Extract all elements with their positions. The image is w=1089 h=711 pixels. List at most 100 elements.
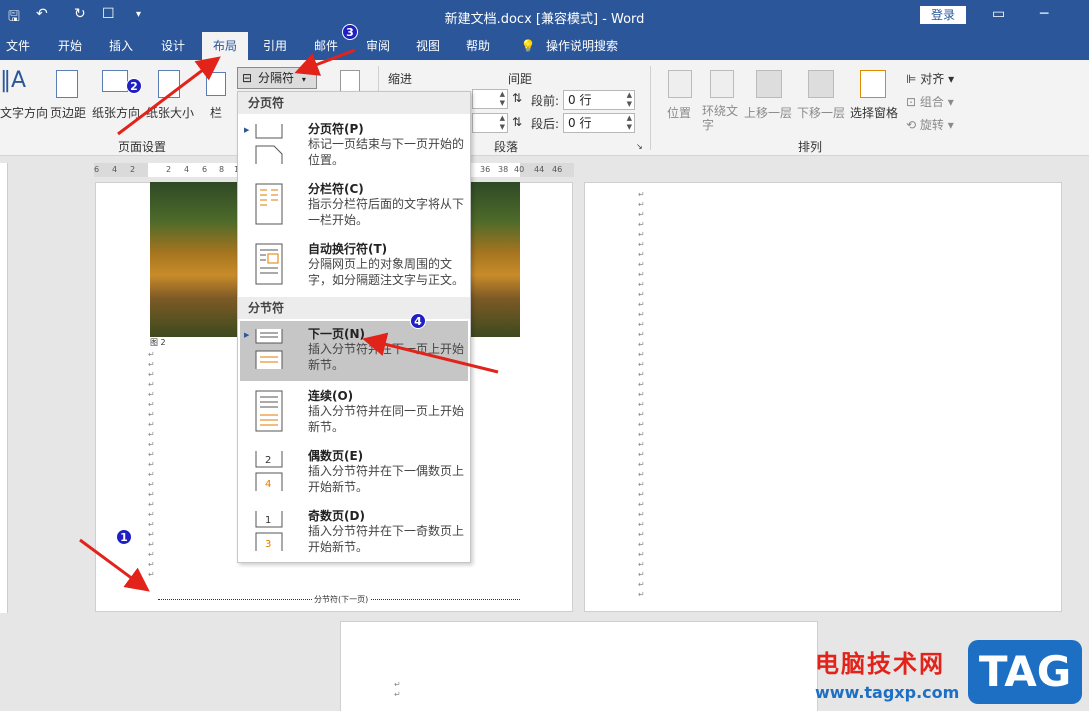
ruler-tick: 2 (130, 165, 136, 174)
tab-mailings[interactable]: 邮件 (306, 32, 346, 60)
spacing-after-field[interactable]: 0 行 ▲ ▼ (563, 113, 635, 133)
continuous-item[interactable]: 连续(O) 插入分节符并在同一页上开始新节。 (240, 383, 468, 441)
tab-review[interactable]: 审阅 (358, 32, 398, 60)
tab-references[interactable]: 引用 (255, 32, 295, 60)
indent-right-field[interactable]: ▲ ▼ (472, 113, 508, 133)
text-direction-icon[interactable]: ‖A (0, 68, 34, 100)
tab-file[interactable]: 文件 (0, 32, 36, 60)
svg-text:3: 3 (265, 539, 271, 550)
spacing-after-label: 段后: (531, 117, 560, 131)
lightbulb-icon: 💡 (520, 39, 536, 53)
orientation-button[interactable]: 纸张方向 (92, 104, 140, 121)
default-marker-icon: ▶ (244, 126, 250, 134)
watermark-url: www.tagxp.com (815, 683, 960, 702)
ribbon: ‖A 文字方向 页边距 纸张方向 纸张大小 栏 页面设置 ⊟ 分隔符 ▾ 缩进 … (0, 60, 1089, 156)
selection-pane-icon[interactable] (860, 70, 886, 98)
watermark-text: 电脑技术网 (815, 650, 945, 678)
spacing-before-icon: ⇅ (512, 91, 523, 105)
ruler-tick: 40 (514, 165, 525, 174)
rotate-button[interactable]: ⟲ 旋转 ▾ (906, 116, 954, 133)
login-button[interactable]: 登录 (920, 6, 966, 24)
align-icon: ⊫ (906, 72, 921, 86)
spacing-before-field[interactable]: 0 行 ▲ ▼ (563, 90, 635, 110)
breaks-button[interactable]: ⊟ 分隔符 ▾ (237, 67, 317, 89)
dialog-launcher-icon[interactable]: ↘ (636, 142, 643, 151)
svg-text:4: 4 (265, 479, 271, 490)
callout-1: 1 (116, 529, 132, 545)
group-icon: ⊡ (906, 95, 920, 109)
page-2[interactable] (584, 182, 1062, 612)
selection-pane-button[interactable]: 选择窗格 (850, 104, 898, 121)
tab-home[interactable]: 开始 (50, 32, 90, 60)
page-break-item[interactable]: ▶ 分页符(P) 标记一页结束与下一页开始的位置。 (240, 116, 468, 174)
send-backward-button[interactable]: 下移一层 (797, 104, 845, 121)
margins-icon[interactable] (56, 70, 78, 98)
section-breaks-header: 分节符 (238, 297, 470, 319)
item-name: 分页符(P) (308, 122, 364, 136)
align-button[interactable]: ⊫ 对齐 ▾ (906, 70, 954, 87)
size-button[interactable]: 纸张大小 (146, 104, 194, 121)
text-wrapping-break-item[interactable]: 自动换行符(T) 分隔网页上的对象周围的文字，如分隔题注文字与正文。 (240, 236, 468, 294)
ruler-margin-right (520, 163, 574, 177)
item-name: 下一页(N) (308, 327, 366, 341)
tab-help[interactable]: 帮助 (458, 32, 498, 60)
page-break-icon (255, 124, 283, 164)
continuous-icon (255, 390, 283, 432)
margins-button[interactable]: 页边距 (50, 104, 86, 121)
item-name: 连续(O) (308, 389, 354, 403)
minimize-icon[interactable]: ─ (1040, 6, 1048, 22)
send-backward-icon[interactable] (808, 70, 834, 98)
even-page-item[interactable]: 2 4 偶数页(E) 插入分节符并在下一偶数页上开始新节。 (240, 443, 468, 501)
ribbon-display-icon[interactable]: ▭ (992, 6, 1005, 22)
columns-icon[interactable] (206, 72, 226, 96)
spacing-after-value: 0 行 (568, 116, 592, 130)
item-name: 自动换行符(T) (308, 242, 388, 256)
ruler-tick: 6 (202, 165, 208, 174)
rotate-icon: ⟲ (906, 118, 920, 132)
item-desc: 分隔网页上的对象周围的文字，如分隔题注文字与正文。 (308, 257, 465, 287)
vertical-ruler[interactable] (0, 163, 8, 613)
rotate-label: 旋转 (919, 118, 944, 132)
next-page-item[interactable]: ▶ 下一页(N) 插入分节符并在下一页上开始新节。 (240, 321, 468, 381)
page-3[interactable] (340, 621, 818, 711)
bring-forward-button[interactable]: 上移一层 (744, 104, 792, 121)
tab-insert[interactable]: 插入 (101, 32, 141, 60)
ruler-tick: 46 (552, 165, 563, 174)
chevron-down-icon: ▾ (301, 75, 306, 84)
spacing-before-label: 段前: (531, 94, 560, 108)
indent-left-field[interactable]: ▲ ▼ (472, 89, 508, 109)
tab-design[interactable]: 设计 (153, 32, 193, 60)
ruler-tick: 4 (112, 165, 118, 174)
odd-page-item[interactable]: 1 3 奇数页(D) 插入分节符并在下一奇数页上开始新节。 (240, 503, 468, 561)
section-break-label: 分节符(下一页) (312, 594, 371, 605)
item-name: 分栏符(C) (308, 182, 364, 196)
ruler-tick: 44 (534, 165, 545, 174)
indent-label: 缩进 (388, 72, 413, 86)
ruler-tick: 36 (480, 165, 491, 174)
odd-page-icon: 1 3 (255, 511, 283, 551)
breaks-icon: ⊟ (242, 71, 253, 85)
even-page-icon: 2 4 (255, 451, 283, 491)
figure-caption: 图 2 (150, 338, 166, 347)
group-button[interactable]: ⊡ 组合 ▾ (906, 93, 954, 110)
callout-4: 4 (410, 313, 426, 329)
title-bar: 🖫 ↶ ↻ ☐ ▾ 新建文档.docx [兼容模式] - Word 登录 ▭ ─ (0, 0, 1089, 32)
column-break-item[interactable]: 分栏符(C) 指示分栏符后面的文字将从下一栏开始。 (240, 176, 468, 234)
text-direction-button[interactable]: 文字方向 (0, 104, 48, 121)
wrap-text-icon[interactable] (710, 70, 734, 98)
paragraph-marks: ↵ ↵ (394, 680, 401, 699)
item-desc: 插入分节符并在下一奇数页上开始新节。 (308, 524, 465, 554)
position-icon[interactable] (668, 70, 692, 98)
item-desc: 插入分节符并在同一页上开始新节。 (308, 404, 465, 434)
wrap-text-button[interactable]: 环绕文字 (702, 104, 742, 132)
tell-me-search[interactable]: 操作说明搜索 (542, 32, 622, 60)
paragraph-marks: ↵ ↵ ↵ ↵ ↵ ↵ ↵ ↵ ↵ ↵ ↵ ↵ ↵ ↵ ↵ ↵ ↵ ↵ ↵ ↵ ↵ ↵ ↵ (148, 350, 155, 579)
bring-forward-icon[interactable] (756, 70, 782, 98)
callout-2: 2 (126, 78, 142, 94)
columns-button[interactable]: 栏 (210, 104, 222, 121)
tab-view[interactable]: 视图 (408, 32, 448, 60)
size-icon[interactable] (158, 70, 180, 98)
orientation-icon[interactable] (102, 70, 128, 92)
tab-layout[interactable]: 布局 (202, 32, 248, 60)
position-button[interactable]: 位置 (667, 104, 691, 121)
